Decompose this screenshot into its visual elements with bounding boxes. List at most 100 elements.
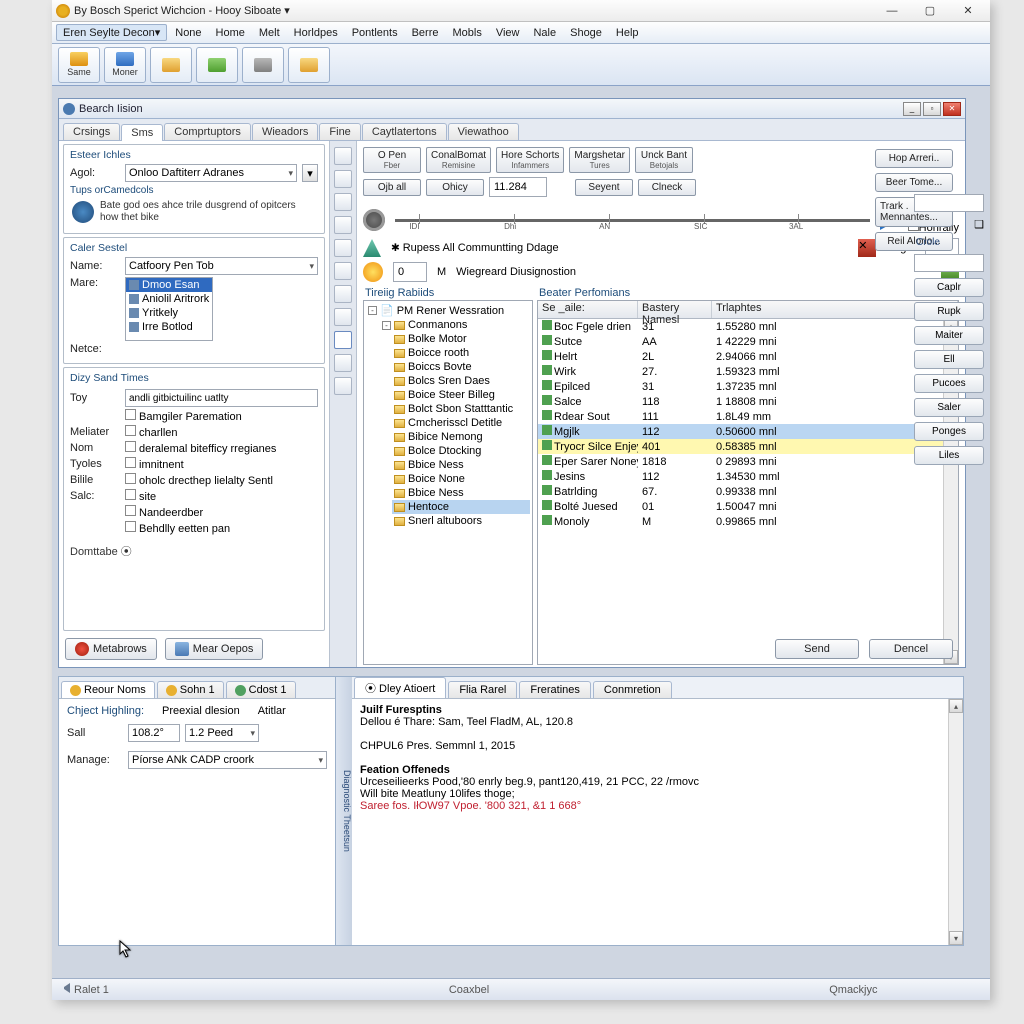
tool-icon[interactable] bbox=[334, 285, 352, 303]
tool-icon[interactable] bbox=[334, 239, 352, 257]
log-tab[interactable]: Freratines bbox=[519, 681, 591, 698]
menu-first[interactable]: Eren Seylte Decon▾ bbox=[56, 24, 167, 41]
checkbox[interactable] bbox=[125, 425, 136, 436]
text-input[interactable]: andli gitbictuilinc uatlty bbox=[125, 389, 318, 407]
list-item[interactable]: Irre Botlod bbox=[126, 320, 212, 334]
menu-item[interactable]: Berre bbox=[406, 26, 445, 40]
bottom-tab[interactable]: Reour Noms bbox=[61, 681, 155, 698]
tab-comprtuptors[interactable]: Comprtuptors bbox=[164, 123, 251, 140]
tree-node[interactable]: Boiccs Bovte bbox=[392, 360, 530, 374]
tree-node[interactable]: Bbice Ness bbox=[392, 486, 530, 500]
table-row[interactable]: Salce1181 18808 mni bbox=[538, 394, 958, 409]
child-maximize[interactable]: ▫ bbox=[923, 102, 941, 116]
log-tab[interactable]: Conmretion bbox=[593, 681, 672, 698]
mear-oepos-button[interactable]: Mear Oepos bbox=[165, 638, 264, 660]
seyent-button[interactable]: Seyent bbox=[575, 179, 633, 196]
table-row[interactable]: SutceAA1 42229 mni bbox=[538, 334, 958, 349]
mare-list[interactable]: Dmoo EsanAniolil AritrorkYritkelyIrre Bo… bbox=[125, 277, 213, 341]
list-item[interactable]: Yritkely bbox=[126, 306, 212, 320]
metabrows-button[interactable]: Metabrows bbox=[65, 638, 157, 660]
tree-node[interactable]: Boice Steer Billeg bbox=[392, 388, 530, 402]
close-button[interactable]: ✕ bbox=[956, 4, 980, 18]
action-button[interactable]: MargshetarTures bbox=[569, 147, 630, 173]
list-item[interactable]: Dmoo Esan bbox=[126, 278, 212, 292]
menu-item[interactable]: View bbox=[490, 26, 526, 40]
tab-sms[interactable]: Sms bbox=[121, 124, 163, 141]
checkbox[interactable] bbox=[125, 457, 136, 468]
expand-icon[interactable]: - bbox=[382, 321, 391, 330]
tree-node[interactable]: -Conmanons bbox=[380, 318, 530, 332]
bottom-tab[interactable]: Sohn 1 bbox=[157, 681, 224, 698]
tab-crsings[interactable]: Crsings bbox=[63, 123, 120, 140]
dencel-button[interactable]: Dencel bbox=[869, 639, 953, 659]
table-row[interactable]: Rdear Sout1111.8L49 mm bbox=[538, 409, 958, 424]
tree-node[interactable]: Bbice Ness bbox=[392, 458, 530, 472]
table-row[interactable]: Mgjlk1120.50600 mnl bbox=[538, 424, 958, 439]
menu-item[interactable]: Home bbox=[210, 26, 251, 40]
timeline-slider[interactable]: IDI Dhi AN SIC 3AL bbox=[395, 211, 870, 229]
checkbox[interactable] bbox=[125, 521, 136, 532]
menu-item[interactable]: Nale bbox=[527, 26, 562, 40]
num-input[interactable]: 11.284 bbox=[489, 177, 547, 197]
sidebar-input[interactable] bbox=[914, 254, 984, 272]
sidebar-hint-icon[interactable]: ❑ bbox=[914, 218, 984, 231]
toolbar-button[interactable] bbox=[150, 47, 192, 83]
sidebar-input[interactable] bbox=[914, 194, 984, 212]
checkbox[interactable] bbox=[125, 409, 136, 420]
tree-node[interactable]: Boicce rooth bbox=[392, 346, 530, 360]
toolbar-button[interactable]: Same bbox=[58, 47, 100, 83]
sidebar-button[interactable]: Maiter bbox=[914, 326, 984, 345]
tab-caytlatertons[interactable]: Caytlatertons bbox=[362, 123, 447, 140]
tree-node[interactable]: Bolct Sbon Statttantic bbox=[392, 402, 530, 416]
tree-node[interactable]: Snerl altuboors bbox=[392, 514, 530, 528]
child-close[interactable]: ✕ bbox=[943, 102, 961, 116]
toolbar-button[interactable] bbox=[288, 47, 330, 83]
sidebar-button[interactable]: Ponges bbox=[914, 422, 984, 441]
scroll-up-icon[interactable]: ▴ bbox=[949, 699, 963, 713]
side-button[interactable]: Beer Tome... bbox=[875, 173, 953, 192]
tool-icon[interactable] bbox=[334, 377, 352, 395]
x-icon[interactable]: ✕ bbox=[858, 239, 876, 257]
menu-item[interactable]: Mobls bbox=[446, 26, 487, 40]
table-row[interactable]: Bolté Juesed011.50047 mni bbox=[538, 499, 958, 514]
table-row[interactable]: MonolyM0.99865 mnl bbox=[538, 514, 958, 529]
tree-node[interactable]: Cmcherisscl Detitle bbox=[392, 416, 530, 430]
child-minimize[interactable]: _ bbox=[903, 102, 921, 116]
table-row[interactable]: Epilced311.37235 mnl bbox=[538, 379, 958, 394]
menu-item[interactable]: Horldpes bbox=[288, 26, 344, 40]
checkbox[interactable] bbox=[125, 441, 136, 452]
scroll-down-icon[interactable]: ▾ bbox=[949, 931, 963, 945]
agol-select[interactable]: Onloo Daftiterr Adranes bbox=[125, 164, 297, 182]
tool-icon[interactable] bbox=[334, 308, 352, 326]
ohicy-button[interactable]: Ohicy bbox=[426, 179, 484, 196]
table-row[interactable]: Wirk27.1.59323 mml bbox=[538, 364, 958, 379]
send-button[interactable]: Send bbox=[775, 639, 859, 659]
checkbox[interactable] bbox=[125, 505, 136, 516]
checkbox[interactable] bbox=[125, 489, 136, 500]
table-row[interactable]: Jesins1121.34530 mml bbox=[538, 469, 958, 484]
agol-dropdown-icon[interactable]: ▾ bbox=[302, 164, 318, 182]
log-scrollbar[interactable]: ▴ ▾ bbox=[948, 699, 963, 945]
clneck-button[interactable]: Clneck bbox=[638, 179, 696, 196]
tree-node[interactable]: Bolcs Sren Daes bbox=[392, 374, 530, 388]
sall-val2[interactable]: 1.2 Peed bbox=[185, 724, 259, 742]
action-button[interactable]: Hore SchortsInfammers bbox=[496, 147, 564, 173]
sall-val1[interactable]: 108.2° bbox=[128, 724, 180, 742]
tree-node[interactable]: Bolke Motor bbox=[392, 332, 530, 346]
tab-fine[interactable]: Fine bbox=[319, 123, 360, 140]
tool-icon[interactable] bbox=[334, 216, 352, 234]
tool-icon[interactable] bbox=[334, 170, 352, 188]
performance-table[interactable]: Se _aile: Bastery Namesl Trlaphtes Boc F… bbox=[537, 300, 959, 665]
gear-icon[interactable] bbox=[363, 209, 385, 231]
vertical-tab[interactable]: Diagnostic Theetsun bbox=[336, 677, 352, 945]
manage-select[interactable]: Píorse ANk CADP croork bbox=[128, 751, 327, 769]
sidebar-button[interactable]: Rupk bbox=[914, 302, 984, 321]
maximize-button[interactable]: ▢ bbox=[918, 4, 942, 18]
sidebar-button[interactable]: Saler bbox=[914, 398, 984, 417]
tree-node[interactable]: Hentoce bbox=[392, 500, 530, 514]
sidebar-button[interactable]: Liles bbox=[914, 446, 984, 465]
table-row[interactable]: Tryocr Silce Enjey4010.58385 mnl bbox=[538, 439, 958, 454]
action-button[interactable]: O PenFber bbox=[363, 147, 421, 173]
tool-icon[interactable] bbox=[334, 331, 352, 349]
minimize-button[interactable]: — bbox=[880, 4, 904, 18]
